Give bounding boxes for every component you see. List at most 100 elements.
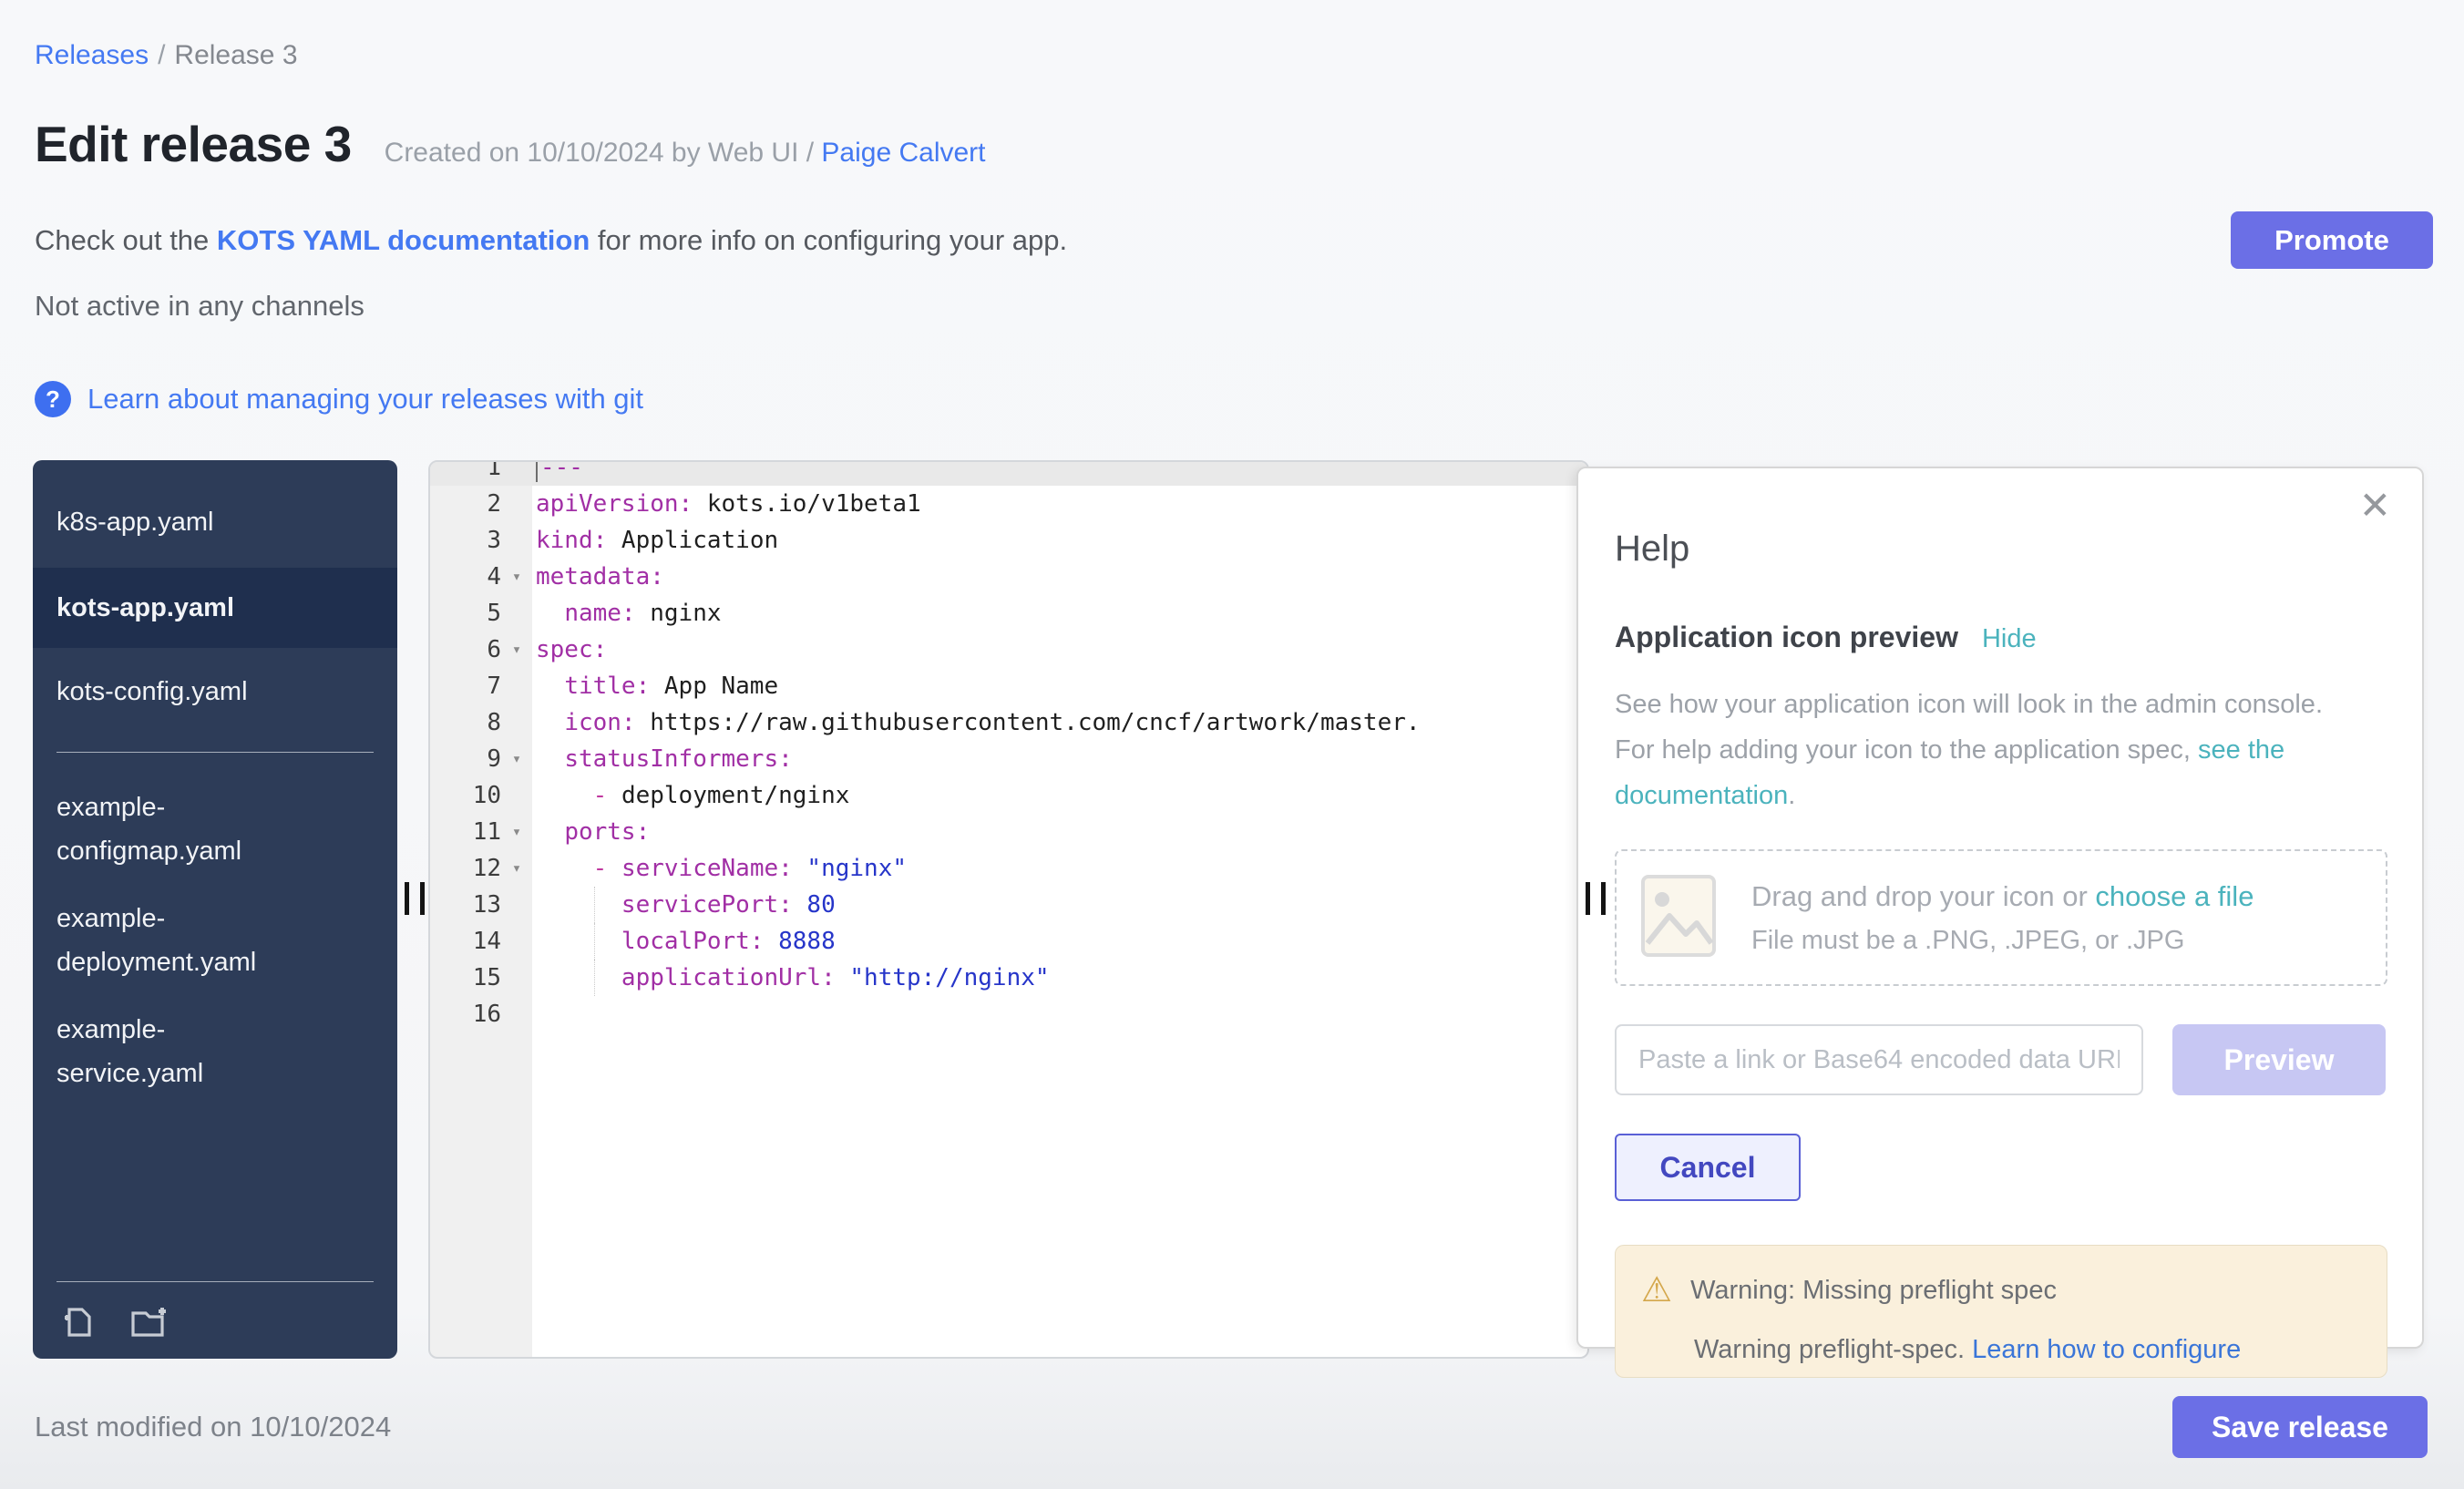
- code-line[interactable]: 2apiVersion: kots.io/v1beta1: [430, 486, 1587, 522]
- created-info: Created on 10/10/2024 by Web UI / Paige …: [385, 138, 986, 169]
- icon-url-input[interactable]: [1615, 1024, 2143, 1095]
- line-number: 14: [430, 923, 501, 960]
- line-number: 12: [430, 850, 501, 887]
- help-panel: ✕ Help Application icon preview Hide See…: [1576, 467, 2424, 1349]
- breadcrumb: Releases/Release 3: [35, 40, 298, 71]
- line-number: 13: [430, 887, 501, 923]
- warning-body: Warning preflight-spec. Learn how to con…: [1694, 1335, 2361, 1365]
- line-number: 1: [430, 460, 501, 486]
- fold-spacer: [501, 668, 532, 704]
- fold-spacer: [501, 486, 532, 522]
- preflight-warning-box: ⚠ Warning: Missing preflight spec Warnin…: [1615, 1245, 2387, 1378]
- code-line[interactable]: 14 localPort: 8888: [430, 923, 1587, 960]
- code-text: [532, 996, 536, 1032]
- title-row: Edit release 3 Created on 10/10/2024 by …: [35, 115, 986, 173]
- file-item[interactable]: example-service.yaml: [33, 1008, 334, 1095]
- fold-arrow-icon[interactable]: ▾: [501, 741, 532, 777]
- code-line[interactable]: 7 title: App Name: [430, 668, 1587, 704]
- line-number: 15: [430, 960, 501, 996]
- fold-spacer: [501, 595, 532, 632]
- doc-row: Check out the KOTS YAML documentation fo…: [35, 224, 1067, 257]
- code-line[interactable]: 13 servicePort: 80: [430, 887, 1587, 923]
- doc-suffix: for more info on configuring your app.: [590, 224, 1067, 256]
- file-list-secondary: example-configmap.yaml example-deployment…: [33, 786, 397, 1095]
- icon-dropzone[interactable]: Drag and drop your icon or choose a file…: [1615, 849, 2387, 986]
- yaml-editor[interactable]: 1---2apiVersion: kots.io/v1beta13kind: A…: [428, 460, 1589, 1359]
- code-line[interactable]: 11▾ ports:: [430, 814, 1587, 850]
- git-releases-link[interactable]: Learn about managing your releases with …: [87, 383, 643, 416]
- code-line[interactable]: 10 - deployment/nginx: [430, 777, 1587, 814]
- code-text: title: App Name: [532, 668, 778, 704]
- fold-arrow-icon[interactable]: ▾: [501, 559, 532, 595]
- fold-spacer: [501, 522, 532, 559]
- file-item[interactable]: kots-app.yaml: [33, 568, 397, 648]
- choose-file-link[interactable]: choose a file: [2095, 880, 2254, 912]
- page-title: Edit release 3: [35, 115, 352, 173]
- code-line[interactable]: 15 applicationUrl: "http://nginx": [430, 960, 1587, 996]
- code-line[interactable]: 8 icon: https://raw.githubusercontent.co…: [430, 704, 1587, 741]
- code-line[interactable]: 16: [430, 996, 1587, 1032]
- doc-prefix: Check out the: [35, 224, 217, 256]
- image-placeholder-icon: [1640, 874, 1717, 962]
- fold-arrow-icon[interactable]: ▾: [501, 814, 532, 850]
- code-line[interactable]: 6▾spec:: [430, 632, 1587, 668]
- new-folder-icon[interactable]: [126, 1300, 169, 1344]
- line-number: 5: [430, 595, 501, 632]
- fold-spacer: [501, 996, 532, 1032]
- fold-arrow-icon[interactable]: ▾: [501, 632, 532, 668]
- fold-spacer: [501, 960, 532, 996]
- dropzone-text: Drag and drop your icon or: [1751, 880, 2095, 912]
- code-text: apiVersion: kots.io/v1beta1: [532, 486, 921, 522]
- code-text: spec:: [532, 632, 607, 668]
- save-release-button[interactable]: Save release: [2172, 1396, 2428, 1458]
- line-number: 4: [430, 559, 501, 595]
- line-number: 10: [430, 777, 501, 814]
- code-text: localPort: 8888: [532, 923, 836, 960]
- sidebar-editor-resize-handle[interactable]: [405, 882, 425, 915]
- help-panel-title: Help: [1615, 529, 2386, 570]
- fold-spacer: [501, 460, 532, 486]
- code-line[interactable]: 12▾ - serviceName: "nginx": [430, 850, 1587, 887]
- fold-spacer: [501, 777, 532, 814]
- code-line[interactable]: 1---: [430, 460, 1587, 486]
- line-number: 16: [430, 996, 501, 1032]
- preview-button[interactable]: Preview: [2172, 1024, 2386, 1095]
- kots-yaml-doc-link[interactable]: KOTS YAML documentation: [217, 224, 590, 256]
- editor-help-resize-handle[interactable]: [1586, 882, 1606, 915]
- dropzone-hint: File must be a .PNG, .JPEG, or .JPG: [1751, 926, 2254, 956]
- line-number: 7: [430, 668, 501, 704]
- file-list-primary: k8s-app.yaml kots-app.yaml kots-config.yam…: [33, 500, 397, 714]
- channel-status: Not active in any channels: [35, 290, 364, 323]
- warning-triangle-icon: ⚠: [1641, 1273, 1672, 1308]
- code-line[interactable]: 9▾ statusInformers:: [430, 741, 1587, 777]
- created-by-link[interactable]: Paige Calvert: [821, 138, 985, 168]
- code-text: ports:: [532, 814, 650, 850]
- breadcrumb-separator: /: [158, 40, 165, 70]
- code-text: - deployment/nginx: [532, 777, 849, 814]
- promote-button[interactable]: Promote: [2231, 211, 2433, 269]
- last-modified-text: Last modified on 10/10/2024: [35, 1411, 391, 1443]
- icon-preview-description: See how your application icon will look …: [1615, 682, 2362, 818]
- description-period: .: [1788, 781, 1795, 810]
- code-line[interactable]: 3kind: Application: [430, 522, 1587, 559]
- cancel-button[interactable]: Cancel: [1615, 1134, 1801, 1201]
- file-item[interactable]: k8s-app.yaml: [33, 500, 334, 544]
- learn-configure-link[interactable]: Learn how to configure: [1972, 1335, 2241, 1364]
- code-text: servicePort: 80: [532, 887, 836, 923]
- file-item[interactable]: example-deployment.yaml: [33, 897, 334, 984]
- file-item[interactable]: kots-config.yaml: [33, 670, 334, 714]
- fold-spacer: [501, 704, 532, 741]
- fold-spacer: [501, 923, 532, 960]
- breadcrumb-releases-link[interactable]: Releases: [35, 40, 149, 70]
- code-text: applicationUrl: "http://nginx": [532, 960, 1050, 996]
- code-text: metadata:: [532, 559, 664, 595]
- warning-body-text: Warning preflight-spec.: [1694, 1335, 1972, 1364]
- fold-arrow-icon[interactable]: ▾: [501, 850, 532, 887]
- file-item[interactable]: example-configmap.yaml: [33, 786, 334, 873]
- code-line[interactable]: 4▾metadata:: [430, 559, 1587, 595]
- hide-link[interactable]: Hide: [1982, 624, 2037, 654]
- new-file-icon[interactable]: [56, 1300, 100, 1344]
- file-tree-sidebar: k8s-app.yaml kots-app.yaml kots-config.yam…: [33, 460, 397, 1359]
- code-line[interactable]: 5 name: nginx: [430, 595, 1587, 632]
- close-icon[interactable]: ✕: [2359, 487, 2391, 525]
